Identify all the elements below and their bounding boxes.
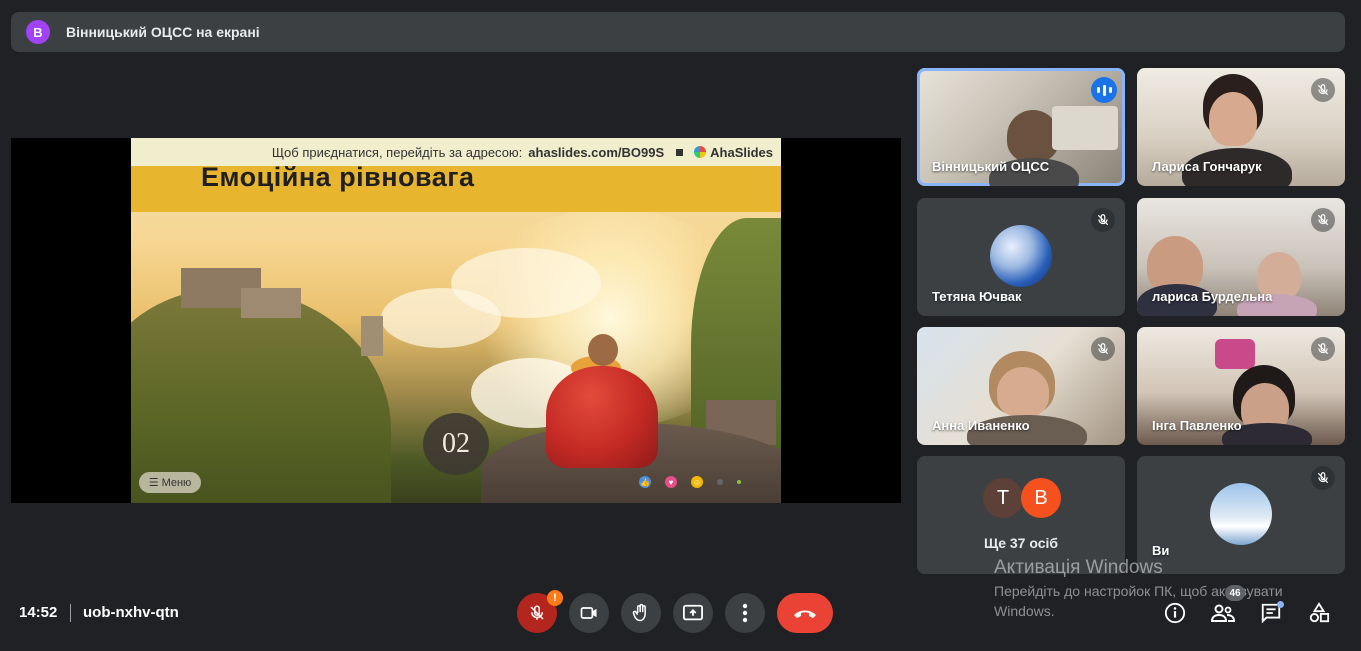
info-icon xyxy=(1164,602,1186,624)
raise-hand-button[interactable] xyxy=(621,593,661,633)
status-dot-icon xyxy=(737,480,741,484)
divider xyxy=(70,604,71,622)
meeting-code: uob-nxhv-qtn xyxy=(83,604,179,621)
participant-name: Ви xyxy=(1152,543,1170,558)
watermark-title: Активація Windows xyxy=(994,557,1163,578)
slide-title: Емоційна рівновага xyxy=(201,162,475,192)
participant-background-banner xyxy=(1052,106,1118,150)
slide-menu-button: ☰ Меню xyxy=(139,472,201,493)
slide-reactions: 👍 ♥ ☺ xyxy=(639,476,755,488)
participant-mini-avatar: Т xyxy=(983,478,1023,518)
participant-background-picture xyxy=(1215,339,1255,369)
people-icon xyxy=(1211,604,1235,622)
mic-off-icon xyxy=(1311,466,1335,490)
camera-icon xyxy=(580,607,597,619)
mic-off-icon xyxy=(1091,208,1115,232)
participant-name: Інга Павленко xyxy=(1152,418,1242,433)
presenting-banner: В Вінницький ОЦСС на екрані xyxy=(11,12,1345,52)
participant-video xyxy=(1209,92,1257,146)
more-participants-label: Ще 37 осіб xyxy=(983,535,1059,551)
laugh-reaction-icon: ☺ xyxy=(691,476,703,488)
qr-icon xyxy=(673,145,687,159)
activities-button[interactable] xyxy=(1306,600,1332,626)
hang-up-icon xyxy=(794,610,816,618)
present-screen-button[interactable] xyxy=(673,593,713,633)
more-options-button[interactable] xyxy=(725,593,765,633)
join-url: ahaslides.com/BO99S xyxy=(528,144,665,160)
slide-monk-head xyxy=(588,334,618,366)
ahaslides-logo: AhaSlides xyxy=(694,145,773,160)
slide-cloud xyxy=(381,288,501,348)
like-reaction-icon: 👍 xyxy=(639,476,651,488)
participant-tile[interactable]: Вінницький ОЦСС xyxy=(917,68,1125,186)
self-avatar xyxy=(1210,483,1272,545)
ahaslides-logo-icon xyxy=(694,146,707,158)
people-button[interactable] xyxy=(1210,600,1236,626)
join-text: Щоб приєднатися, перейдіть за адресою: xyxy=(271,144,523,160)
participant-tile[interactable]: лариса Бурдельна xyxy=(1137,198,1345,316)
ahaslides-brand: AhaSlides xyxy=(710,144,773,160)
shared-screen: Щоб приєднатися, перейдіть за адресою: a… xyxy=(11,138,901,503)
more-reaction-icon xyxy=(717,479,723,485)
mic-off-icon xyxy=(1311,78,1335,102)
people-count-badge: 46 xyxy=(1225,585,1245,601)
presenter-avatar: В xyxy=(26,20,50,44)
slide-tower xyxy=(361,316,383,356)
microphone-toggle-button[interactable]: ! xyxy=(517,590,563,633)
meeting-details-button[interactable] xyxy=(1162,600,1188,626)
mic-off-icon xyxy=(1311,337,1335,361)
slide-number-badge: 02 xyxy=(423,413,489,475)
camera-toggle-button[interactable] xyxy=(569,593,609,633)
slide-castle xyxy=(241,288,301,318)
slide-monk xyxy=(546,366,658,468)
participant-tile[interactable]: Інга Павленко xyxy=(1137,327,1345,445)
participant-name: Анна Иваненко xyxy=(932,418,1030,433)
more-vert-icon xyxy=(742,603,748,623)
chat-unread-dot xyxy=(1277,601,1284,608)
mic-off-icon xyxy=(530,605,544,620)
slide-hill-left xyxy=(131,288,391,503)
leave-call-button[interactable] xyxy=(777,593,833,633)
participant-tile[interactable]: Тетяна Ючвак xyxy=(917,198,1125,316)
participant-name: лариса Бурдельна xyxy=(1152,289,1273,304)
participant-name: Лариса Гончарук xyxy=(1152,159,1262,174)
present-icon xyxy=(683,604,703,621)
participant-tile[interactable]: Анна Иваненко xyxy=(917,327,1125,445)
participant-name: Вінницький ОЦСС xyxy=(932,159,1050,174)
mic-off-icon xyxy=(1091,337,1115,361)
mic-off-icon xyxy=(1311,208,1335,232)
menu-label: Меню xyxy=(161,476,192,489)
participant-video xyxy=(997,367,1049,417)
mic-alert-badge: ! xyxy=(547,590,563,606)
hand-icon xyxy=(632,603,646,622)
presenting-label: Вінницький ОЦСС на екрані xyxy=(66,24,260,40)
menu-icon: ☰ xyxy=(148,477,159,489)
activities-icon xyxy=(1309,602,1330,623)
meeting-time: 14:52 xyxy=(19,604,58,621)
speaking-indicator-icon xyxy=(1091,77,1117,103)
presentation-slide: Щоб приєднатися, перейдіть за адресою: a… xyxy=(131,138,781,503)
participant-name: Тетяна Ючвак xyxy=(932,289,1022,304)
participant-avatar xyxy=(990,225,1052,287)
participant-mini-avatar: В xyxy=(1021,478,1061,518)
participant-tile[interactable]: Лариса Гончарук xyxy=(1137,68,1345,186)
heart-reaction-icon: ♥ xyxy=(665,476,677,488)
